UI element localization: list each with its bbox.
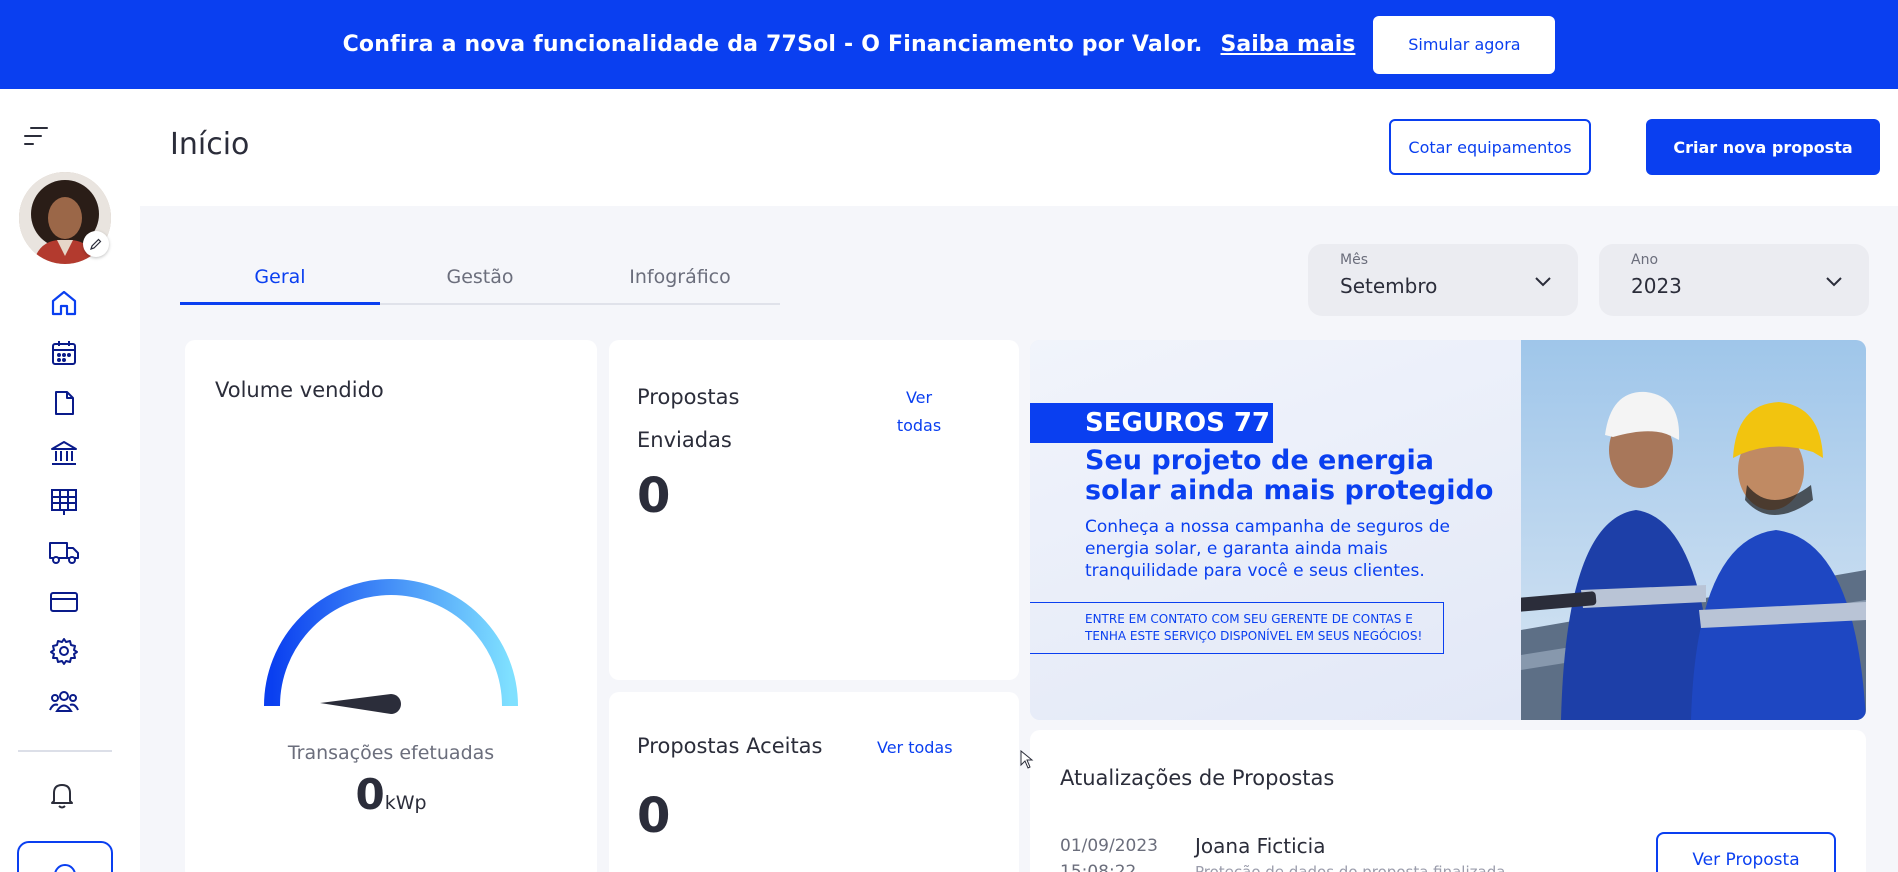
chevron-down-icon [1535, 277, 1551, 287]
year-select-label: Ano [1631, 252, 1659, 268]
tab-infografico[interactable]: Infográfico [580, 255, 780, 305]
month-select[interactable]: Mês Setembro [1308, 244, 1578, 316]
promo-cta-line: TENHA ESTE SERVIÇO DISPONÍVEL EM SEUS NE… [1085, 629, 1423, 643]
sent-proposals-count: 0 [637, 468, 671, 524]
year-select[interactable]: Ano 2023 [1599, 244, 1869, 316]
announcement-banner: Confira a nova funcionalidade da 77Sol -… [0, 0, 1898, 89]
credit-card-icon[interactable] [48, 586, 80, 618]
card-title-line: Propostas [637, 385, 740, 409]
sold-volume-unit: kWp [384, 792, 427, 814]
promo-cta-line: ENTRE EM CONTATO COM SEU GERENTE DE CONT… [1085, 612, 1413, 626]
home-icon[interactable] [48, 287, 80, 319]
promo-photo [1521, 340, 1866, 720]
sidebar-divider [18, 750, 112, 752]
banner-learn-more-link[interactable]: Saiba mais [1221, 32, 1356, 57]
promo-cta-box: ENTRE EM CONTATO COM SEU GERENTE DE CONT… [1030, 602, 1444, 654]
edit-avatar-icon[interactable] [83, 231, 109, 257]
promo-tag: SEGUROS 77 [1030, 403, 1273, 443]
sent-proposals-card: Propostas Enviadas Ver todas 0 [609, 340, 1019, 680]
card-title: Propostas Enviadas [637, 376, 739, 462]
gauge-caption: Transações efetuadas [287, 742, 495, 764]
tab-gestao[interactable]: Gestão [380, 255, 580, 305]
support-button[interactable] [17, 841, 113, 872]
promo-body: Conheça a nossa campanha de seguros de e… [1085, 517, 1450, 581]
bank-icon[interactable] [48, 437, 80, 469]
gauge-value: 0kWp [185, 770, 597, 819]
year-select-value: 2023 [1631, 274, 1682, 298]
card-title-line: Enviadas [637, 428, 732, 452]
link-line: Ver [905, 388, 933, 407]
see-all-sent-link[interactable]: Ver todas [877, 384, 961, 440]
sales-volume-card: Volume vendido Transações efetuadas 0kWp [185, 340, 597, 872]
view-proposal-button[interactable]: Ver Proposta [1656, 832, 1836, 872]
gauge-arc [264, 579, 518, 707]
sales-gauge [264, 579, 518, 714]
card-title: Propostas Aceitas [637, 734, 823, 758]
grid-panel-icon[interactable] [48, 486, 80, 518]
update-time: 15:08:22 [1060, 862, 1137, 872]
banner-text: Confira a nova funcionalidade da 77Sol -… [342, 32, 1203, 57]
month-select-label: Mês [1340, 252, 1368, 268]
calendar-icon[interactable] [48, 337, 80, 369]
promo-headline: Seu projeto de energia solar ainda mais … [1085, 445, 1494, 506]
month-select-value: Setembro [1340, 274, 1438, 298]
dashboard-tabs: Geral Gestão Infográfico [180, 255, 780, 305]
update-client-name: Joana Ficticia [1195, 834, 1326, 858]
gauge-needle [320, 694, 401, 714]
users-icon[interactable] [48, 685, 80, 717]
link-line: todas [896, 416, 942, 435]
insurance-promo-banner[interactable]: SEGUROS 77 Seu projeto de energia solar … [1030, 340, 1866, 720]
tab-geral[interactable]: Geral [180, 255, 380, 305]
page-header: Início Cotar equipamentos Criar nova pro… [140, 89, 1898, 206]
create-proposal-button[interactable]: Criar nova proposta [1646, 119, 1880, 175]
truck-icon[interactable] [48, 536, 80, 568]
sold-volume-value: 0 [355, 770, 385, 819]
bell-icon[interactable] [46, 779, 78, 811]
document-icon[interactable] [48, 387, 80, 419]
chevron-down-icon [1826, 277, 1842, 287]
menu-toggle-icon[interactable] [24, 127, 48, 145]
sidebar [0, 89, 140, 872]
update-date: 01/09/2023 [1060, 836, 1158, 856]
promo-text-panel: SEGUROS 77 Seu projeto de energia solar … [1030, 340, 1521, 720]
card-title: Volume vendido [215, 378, 384, 402]
simulate-now-button[interactable]: Simular agora [1373, 15, 1556, 74]
accepted-proposals-card: Propostas Aceitas Ver todas 0 [609, 692, 1019, 872]
page-title: Início [170, 127, 250, 162]
card-title: Atualizações de Propostas [1060, 766, 1335, 790]
proposal-updates-card: Atualizações de Propostas 01/09/2023 15:… [1030, 730, 1866, 872]
accepted-proposals-count: 0 [637, 788, 671, 844]
quote-equipment-button[interactable]: Cotar equipamentos [1389, 119, 1591, 175]
mouse-cursor-icon [1020, 750, 1034, 769]
update-description: Proteção de dados do proposta finalizada [1195, 863, 1506, 872]
gear-icon[interactable] [48, 635, 80, 667]
see-all-accepted-link[interactable]: Ver todas [877, 734, 953, 762]
